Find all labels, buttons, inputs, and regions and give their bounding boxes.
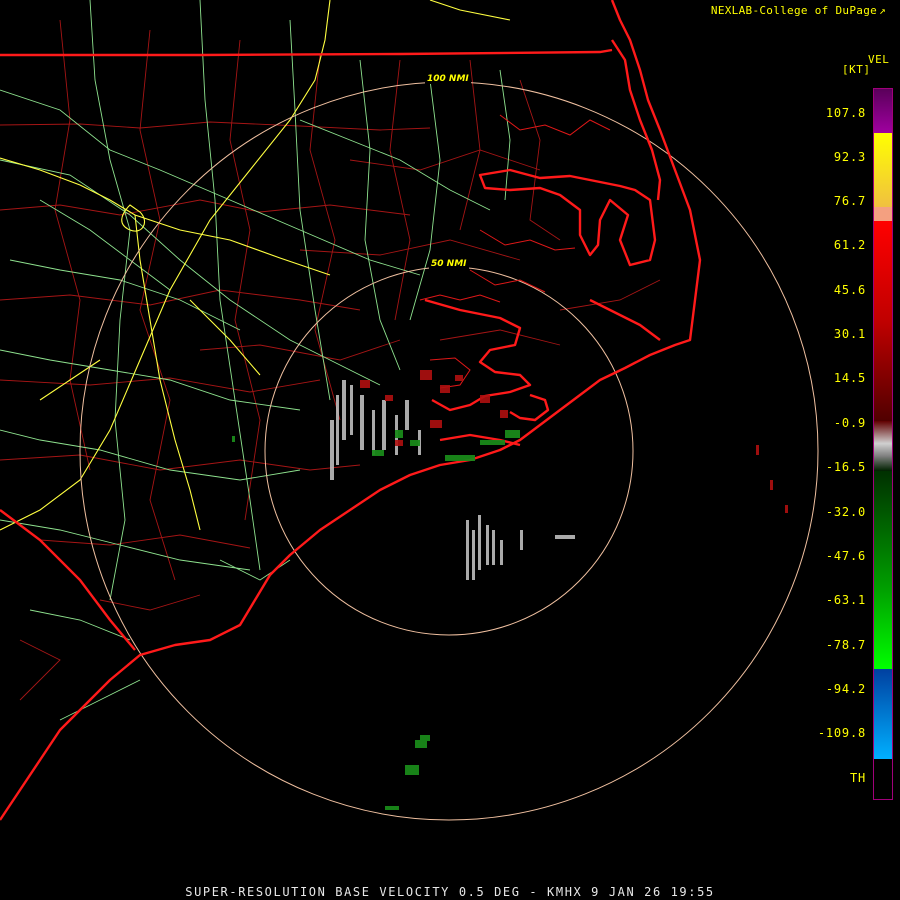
legend-tick: -32.0 — [825, 505, 866, 519]
range-ring-50nmi — [264, 266, 634, 636]
legend-tick: -16.5 — [825, 460, 866, 474]
legend-tick: 30.1 — [833, 327, 866, 341]
legend-tick: -109.8 — [817, 726, 866, 740]
scale-red — [874, 221, 892, 421]
legend-unit: [KT] — [842, 63, 871, 76]
legend-tick: -0.9 — [833, 416, 866, 430]
state-lines — [0, 48, 613, 651]
scale-th — [874, 759, 892, 799]
coast-detail — [419, 114, 611, 389]
legend-tick: 14.5 — [833, 371, 866, 385]
radar-map — [0, 0, 819, 821]
legend-product: VEL — [868, 53, 890, 66]
range-rings — [79, 81, 819, 821]
legend-tick: -63.1 — [825, 593, 866, 607]
velocity-color-scale — [873, 88, 893, 800]
scale-gray — [874, 421, 892, 471]
legend-tick: TH — [849, 771, 866, 785]
nc-sc-border — [0, 509, 136, 651]
legend-tick: 92.3 — [833, 150, 866, 164]
legend-tick: 107.8 — [825, 106, 866, 120]
scale-blue — [874, 669, 892, 759]
branding-text: NEXLAB-College of DuPage — [710, 4, 878, 17]
legend-tick: -47.6 — [825, 549, 866, 563]
nc-va-border — [0, 48, 613, 57]
legend-tick: -78.7 — [825, 638, 866, 652]
scale-purple — [874, 89, 892, 133]
radar-display: 100 NMI 50 NMI NEXLAB-College of DuPage ↗… — [0, 0, 900, 900]
legend-tick: 76.7 — [833, 194, 866, 208]
external-link-icon: ↗ — [879, 4, 886, 17]
scale-salmon — [874, 207, 892, 221]
radar-echoes — [232, 370, 788, 810]
scale-green — [874, 471, 892, 669]
legend-tick: 45.6 — [833, 283, 866, 297]
product-caption: SUPER-RESOLUTION BASE VELOCITY 0.5 DEG -… — [185, 885, 715, 899]
scale-yellow — [874, 133, 892, 207]
echo-red-cluster — [360, 370, 788, 513]
legend-tick: -94.2 — [825, 682, 866, 696]
range-ring-label-100: 100 NMI — [425, 74, 471, 84]
branding-link[interactable]: NEXLAB-College of DuPage ↗ — [711, 4, 886, 17]
legend-tick: 61.2 — [833, 238, 866, 252]
range-ring-label-50: 50 NMI — [429, 259, 469, 269]
range-ring-100nmi — [79, 81, 819, 821]
